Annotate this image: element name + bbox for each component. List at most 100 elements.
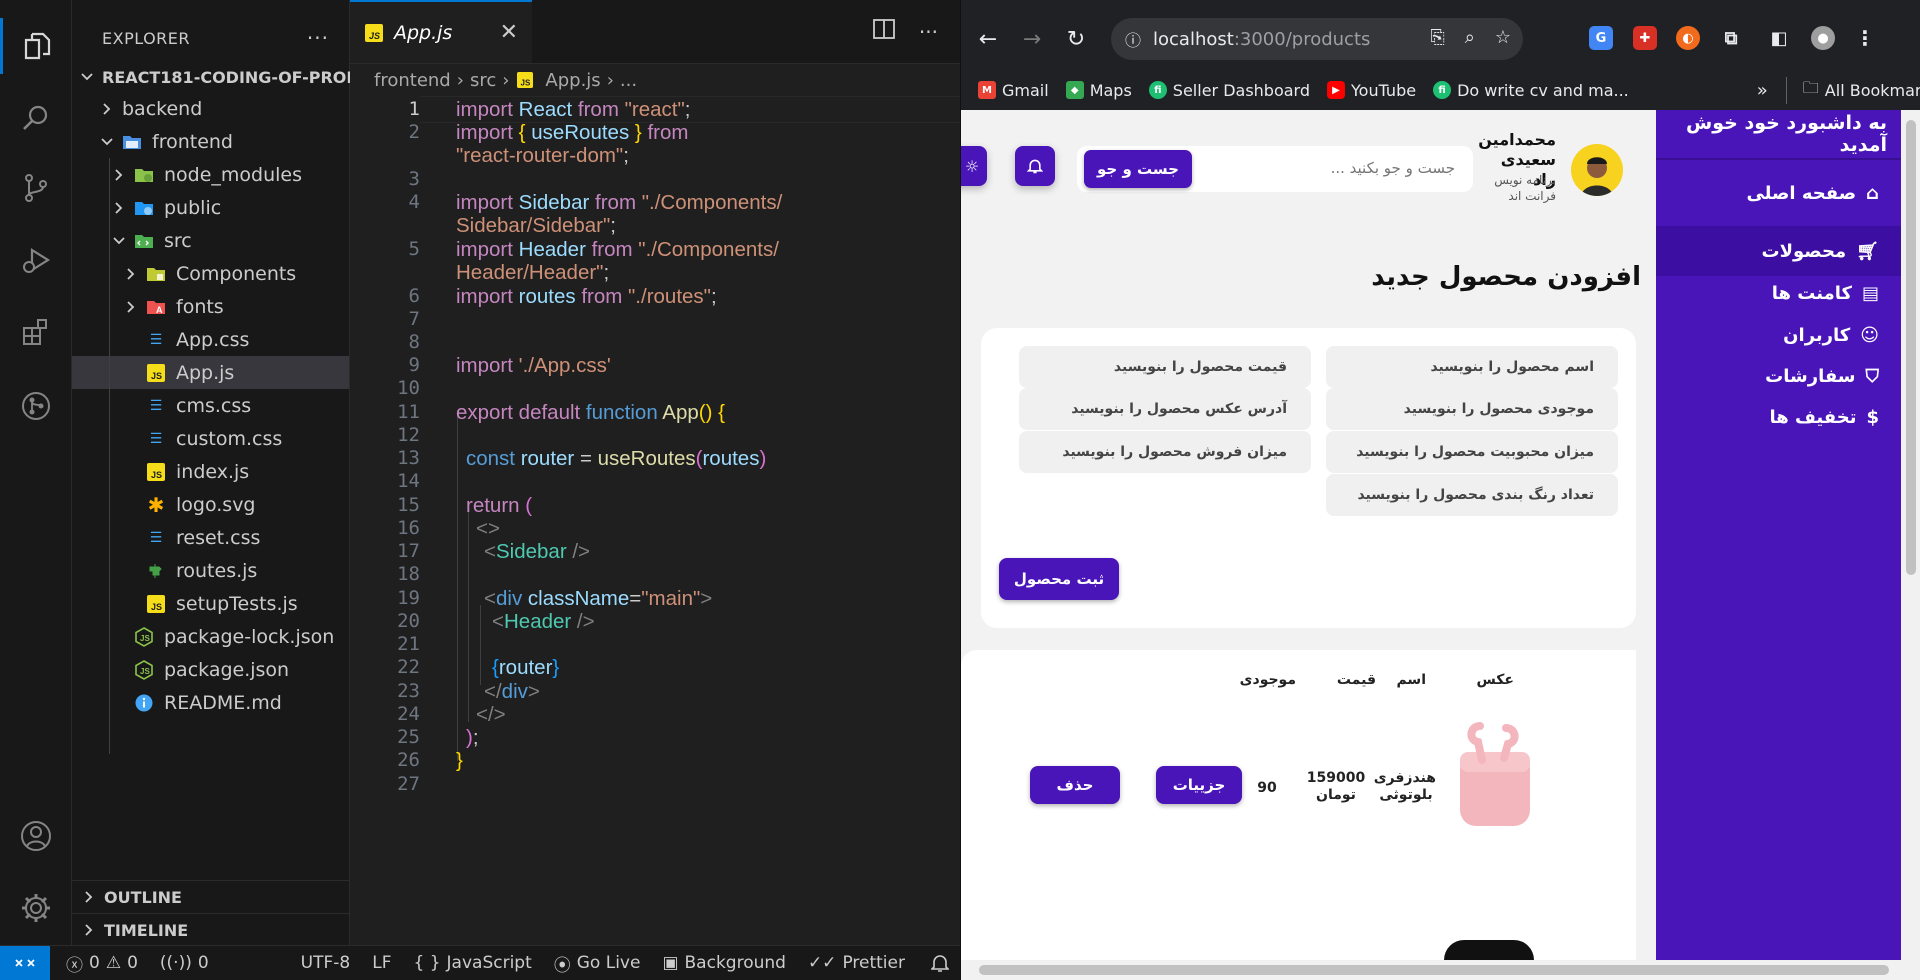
product-sales-field[interactable]: میزان فروش محصول را بنویسید [1019, 431, 1311, 473]
tree-item-app-css[interactable]: ☰ App.css [72, 323, 349, 356]
remote-icon[interactable] [0, 945, 50, 980]
encoding-indicator[interactable]: UTF-8 [301, 953, 351, 973]
outline-section[interactable]: OUTLINE [72, 880, 350, 913]
horizontal-scrollbar[interactable] [961, 960, 1920, 980]
line-number: 22 [397, 656, 420, 678]
editor-actions: ··· [873, 0, 960, 63]
site-info-icon[interactable]: ⓘ [1125, 27, 1141, 51]
prettier-button[interactable]: ✓✓ Prettier [808, 953, 905, 973]
more-bookmarks-icon[interactable]: » [1757, 80, 1768, 101]
tree-item-components[interactable]: Components [72, 257, 349, 290]
product-price-field[interactable]: قیمت محصول را بنویسید [1019, 346, 1311, 388]
forward-arrow-icon[interactable]: → [1017, 24, 1047, 54]
git-graph-icon[interactable] [0, 378, 72, 434]
bookmark-seller-dashboard[interactable]: fi Seller Dashboard [1148, 81, 1310, 100]
more-actions-icon[interactable]: ··· [919, 20, 938, 44]
product-name-field[interactable]: اسم محصول را بنویسید [1326, 346, 1618, 388]
profile-avatar[interactable]: ● [1811, 26, 1835, 50]
tab-label: App.js [394, 21, 453, 44]
scrollbar-thumb[interactable] [979, 965, 1889, 975]
product-popularity-field[interactable]: میزان محبوبیت محصول را بنویسید [1326, 431, 1618, 473]
tree-item-setuptests-js[interactable]: JS setupTests.js [72, 587, 349, 620]
extension-red-icon[interactable]: ✚ [1633, 26, 1657, 50]
bookmark-fiverr-cv[interactable]: fi Do write cv and ma... [1433, 81, 1629, 100]
menu-item-home[interactable]: ⌂ صفحه اصلی [1656, 168, 1901, 218]
tab-app-js[interactable]: JS App.js ✕ [350, 0, 532, 63]
reload-icon[interactable]: ↻ [1061, 24, 1091, 54]
breadcrumb: frontend › src › JS App.js › ... [350, 64, 960, 96]
language-indicator[interactable]: { } JavaScript [413, 953, 531, 973]
tree-item-custom-css[interactable]: ☰ custom.css [72, 422, 349, 455]
search-icon[interactable] [0, 90, 72, 146]
tree-item-readme-md[interactable]: README.md [72, 686, 349, 719]
product-stock-field[interactable]: موجودی محصول را بنویسید [1326, 388, 1618, 430]
run-debug-icon[interactable] [0, 232, 72, 288]
tree-item-fonts[interactable]: A fonts [72, 290, 349, 323]
side-panel-icon[interactable]: ◧ [1767, 26, 1791, 50]
more-actions-icon[interactable]: ··· [307, 26, 329, 50]
google-translate-icon[interactable]: G [1589, 26, 1613, 50]
menu-kebab-icon[interactable]: ⋮ [1853, 26, 1877, 50]
account-icon[interactable] [0, 808, 72, 864]
notifications-bell-button[interactable] [1015, 146, 1055, 186]
install-app-icon[interactable]: ⎘ [1430, 27, 1444, 48]
tree-item-public[interactable]: public [72, 191, 349, 224]
avatar[interactable] [1571, 144, 1623, 196]
tree-item-frontend[interactable]: frontend [72, 125, 349, 158]
search-input[interactable] [1195, 159, 1455, 177]
vertical-scrollbar[interactable] [1901, 110, 1920, 960]
split-editor-icon[interactable] [873, 19, 895, 44]
add-product-form: اسم محصول را بنویسید قیمت محصول را بنویس… [981, 328, 1636, 628]
ports-indicator[interactable]: ((·)) 0 [160, 953, 209, 973]
tree-item-node-modules[interactable]: node_modules [72, 158, 349, 191]
source-control-icon[interactable] [0, 160, 72, 216]
tree-item-src[interactable]: src [72, 224, 349, 257]
address-bar[interactable]: ⓘ localhost:3000/products ⎘ ⌕ ☆ [1111, 18, 1523, 60]
details-button[interactable]: جزییات [1156, 766, 1242, 804]
tree-item-package-lock-json[interactable]: JS package-lock.json [72, 620, 349, 653]
bookmark-gmail[interactable]: M Gmail [978, 81, 1049, 100]
menu-item-discounts[interactable]: $ تخفیف ها [1656, 392, 1901, 442]
breadcrumb-item[interactable]: src [470, 70, 496, 91]
info-icon [134, 693, 154, 713]
back-arrow-icon[interactable]: ← [973, 24, 1003, 54]
tree-item-app-js[interactable]: JS App.js [72, 356, 349, 389]
product-colors-field[interactable]: تعداد رنگ بندی محصول را بنویسید [1326, 474, 1618, 516]
theme-toggle-button[interactable]: ☼ [961, 146, 987, 186]
explorer-icon[interactable] [0, 18, 72, 74]
problems-indicator[interactable]: ⓧ 0 ⚠ 0 [66, 951, 138, 976]
settings-gear-icon[interactable] [0, 880, 72, 936]
breadcrumb-item[interactable]: ... [620, 70, 637, 91]
project-root[interactable]: REACT181-CODING-OF-PROD... [72, 62, 378, 92]
bookmark-star-icon[interactable]: ☆ [1495, 27, 1511, 48]
tree-item-backend[interactable]: backend [72, 92, 349, 125]
close-icon[interactable]: ✕ [500, 20, 518, 45]
extension-orange-icon[interactable]: ◐ [1676, 26, 1700, 50]
delete-button[interactable]: حذف [1030, 766, 1120, 804]
tree-item-package-json[interactable]: JS package.json [72, 653, 349, 686]
submit-product-button[interactable]: ثبت محصول [999, 558, 1119, 600]
background-button[interactable]: ▣ Background [662, 953, 785, 973]
tree-item-index-js[interactable]: JS index.js [72, 455, 349, 488]
extensions-puzzle-icon[interactable]: ⧉ [1719, 26, 1743, 50]
extensions-icon[interactable] [0, 304, 72, 360]
golive-button[interactable]: ⦿ Go Live [554, 951, 641, 976]
tree-item-routes-js[interactable]: routes.js [72, 554, 349, 587]
scrollbar-thumb[interactable] [1906, 120, 1916, 575]
tree-item-cms-css[interactable]: ☰ cms.css [72, 389, 349, 422]
search-button[interactable]: جست و جو [1084, 150, 1192, 188]
code-line: const router = useRoutes(routes) [466, 447, 767, 470]
timeline-section[interactable]: TIMELINE [72, 913, 350, 946]
breadcrumb-item[interactable]: frontend [374, 70, 451, 91]
zoom-icon[interactable]: ⌕ [1465, 27, 1475, 48]
bookmark-maps[interactable]: ◆ Maps [1065, 81, 1132, 100]
eol-indicator[interactable]: LF [372, 953, 391, 973]
bookmark-youtube[interactable]: ▶ YouTube [1327, 81, 1416, 100]
tree-item-reset-css[interactable]: ☰ reset.css [72, 521, 349, 554]
all-bookmarks[interactable]: 🗀 All Bookmarks [1785, 76, 1920, 104]
tree-item-logo-svg[interactable]: ✱ logo.svg [72, 488, 349, 521]
bell-icon[interactable] [930, 953, 949, 973]
code-editor[interactable]: 1 2 3 4 5 6 7 8 9 10 11 12 13 14 15 16 1… [350, 96, 960, 945]
breadcrumb-item[interactable]: App.js [545, 70, 600, 91]
product-image-url-field[interactable]: آدرس عکس محصول را بنویسید [1019, 388, 1311, 430]
